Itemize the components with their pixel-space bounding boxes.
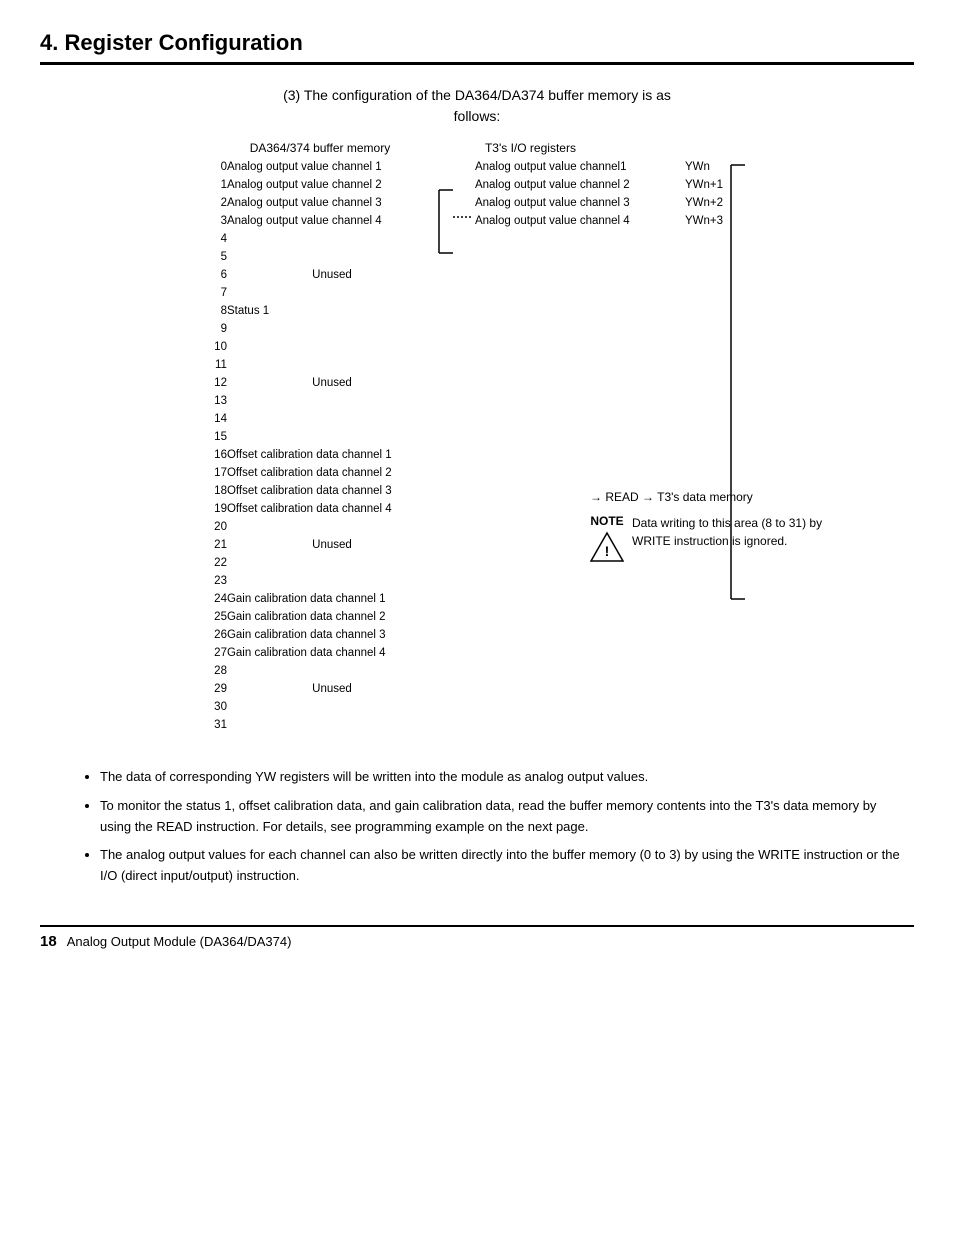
note-area: → READ → T3's data memory NOTE ! Data wr… [590, 290, 850, 564]
content-area: (3) The configuration of the DA364/DA374… [40, 85, 914, 895]
page-footer: 18 Analog Output Module (DA364/DA374) [40, 925, 914, 950]
table-row: 25 Gain calibration data channel 2 [203, 609, 437, 627]
connector-svg [437, 181, 475, 261]
connector-area [437, 141, 475, 261]
io-table: Analog output value channel1 YWn Analog … [475, 159, 723, 231]
note-label: NOTE [590, 514, 623, 528]
table-row: 15 [203, 429, 437, 447]
table-row: 24 Gain calibration data channel 1 [203, 591, 437, 609]
table-row: 2 Analog output value channel 3 [203, 195, 437, 213]
svg-text:!: ! [605, 543, 610, 559]
io-registers-section: T3's I/O registers Analog output value c… [475, 141, 723, 231]
table-row: 20 [203, 519, 437, 537]
table-row: 8 Status 1 [203, 303, 437, 321]
note-label-area: NOTE ! [590, 514, 624, 564]
diagram-container: DA364/374 buffer memory 0 Analog output … [40, 141, 914, 735]
list-item: The data of corresponding YW registers w… [100, 767, 900, 788]
table-row: 23 [203, 573, 437, 591]
table-row: 9 [203, 321, 437, 339]
table-row: 4 [203, 231, 437, 249]
list-item: The analog output values for each channe… [100, 845, 900, 887]
bullet-list: The data of corresponding YW registers w… [80, 767, 900, 895]
note-text: Data writing to this area (8 to 31) by W… [632, 514, 850, 550]
table-row: 5 [203, 249, 437, 267]
table-row: 7 [203, 285, 437, 303]
table-row: 10 [203, 339, 437, 357]
right-side-area: → READ → T3's data memory NOTE ! Data wr… [725, 141, 751, 603]
table-row: 26 Gain calibration data channel 3 [203, 627, 437, 645]
footer-title: Analog Output Module (DA364/DA374) [67, 934, 292, 949]
buffer-table: 0 Analog output value channel 1 1 Analog… [203, 159, 437, 735]
read-arrow-text: → READ → T3's data memory [590, 490, 850, 504]
table-row: 11 [203, 357, 437, 375]
table-row: 14 [203, 411, 437, 429]
table-row: 27 Gain calibration data channel 4 [203, 645, 437, 663]
page-header: 4. Register Configuration [40, 30, 914, 65]
table-row: 0 Analog output value channel 1 [203, 159, 437, 177]
buffer-memory-section: DA364/374 buffer memory 0 Analog output … [203, 141, 437, 735]
table-row: 12 Unused [203, 375, 437, 393]
table-row: 6 Unused [203, 267, 437, 285]
table-row: 1 Analog output value channel 2 [203, 177, 437, 195]
note-box: NOTE ! Data writing to this area (8 to 3… [590, 514, 850, 564]
table-row: 29 Unused [203, 681, 437, 699]
table-row: Analog output value channel1 YWn [475, 159, 723, 177]
table-row: 18 Offset calibration data channel 3 [203, 483, 437, 501]
table-row: Analog output value channel 3 YWn+2 [475, 195, 723, 213]
table-row: 17 Offset calibration data channel 2 [203, 465, 437, 483]
table-row: 19 Offset calibration data channel 4 [203, 501, 437, 519]
table-row: Analog output value channel 4 YWn+3 [475, 213, 723, 231]
table-row: 13 [203, 393, 437, 411]
buffer-memory-label: DA364/374 buffer memory [203, 141, 437, 155]
table-row: 30 [203, 699, 437, 717]
page: 4. Register Configuration (3) The config… [0, 0, 954, 1235]
table-row: Analog output value channel 2 YWn+1 [475, 177, 723, 195]
list-item: To monitor the status 1, offset calibrat… [100, 796, 900, 838]
io-registers-label: T3's I/O registers [475, 141, 723, 155]
table-row: 21 Unused [203, 537, 437, 555]
warning-icon: ! [590, 530, 624, 564]
table-row: 22 [203, 555, 437, 573]
table-row: 3 Analog output value channel 4 [203, 213, 437, 231]
table-row: 16 Offset calibration data channel 1 [203, 447, 437, 465]
footer-page-number: 18 [40, 933, 57, 950]
page-title: 4. Register Configuration [40, 30, 914, 56]
section-subtitle: (3) The configuration of the DA364/DA374… [283, 85, 671, 127]
table-row: 31 [203, 717, 437, 735]
table-row: 28 [203, 663, 437, 681]
